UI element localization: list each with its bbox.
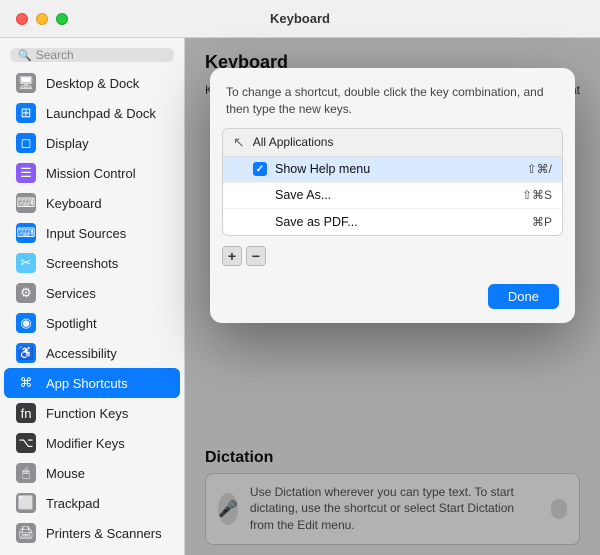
remove-shortcut-button[interactable]: − [246,246,266,266]
sidebar-item-screenshots[interactable]: ✂ Screenshots [4,248,180,278]
app-shortcuts-label: App Shortcuts [46,376,128,391]
sidebar-item-mission-control[interactable]: ☰ Mission Control [4,158,180,188]
shortcut-row-show-help[interactable]: ✓ Show Help menu ⇧⌘/ [223,157,562,183]
desktop-dock-label: Desktop & Dock [46,76,139,91]
sidebar-item-input-sources[interactable]: ⌨ Input Sources [4,218,180,248]
show-help-shortcut: ⇧⌘/ [527,162,552,176]
modal-toolbar: + − [210,244,575,276]
modifier-keys-label: Modifier Keys [46,436,125,451]
traffic-lights [16,13,68,25]
modal-dialog: To change a shortcut, double click the k… [210,68,575,323]
sidebar-item-trackpad[interactable]: ⬜ Trackpad [4,488,180,518]
save-as-shortcut: ⇧⌘S [522,188,552,202]
bottom-sidebar: 🖱 Mouse ⬜ Trackpad 🖨 Printers & Scanners [0,458,184,555]
accessibility-label: Accessibility [46,346,117,361]
save-pdf-label: Save as PDF... [275,215,524,229]
sidebar-item-mouse[interactable]: 🖱 Mouse [4,458,180,488]
sidebar-item-keyboard[interactable]: ⌨ Keyboard [4,188,180,218]
minimize-button[interactable] [36,13,48,25]
sidebar: 🔍 Search 🖥 Desktop & Dock ⊞ Launchpad & Doc… [0,38,185,555]
save-pdf-shortcut: ⌘P [532,215,552,229]
mission-control-icon: ☰ [16,163,36,183]
desktop-dock-icon: 🖥 [16,73,36,93]
function-keys-icon: fn [16,403,36,423]
input-sources-icon: ⌨ [16,223,36,243]
sidebar-item-launchpad-dock[interactable]: ⊞ Launchpad & Dock [4,98,180,128]
sidebar-item-services[interactable]: ⚙ Services [4,278,180,308]
input-sources-label: Input Sources [46,226,126,241]
keyboard-icon: ⌨ [16,193,36,213]
close-button[interactable] [16,13,28,25]
sidebar-item-display[interactable]: ◻ Display [4,128,180,158]
sidebar-item-modifier-keys[interactable]: ⌥ Modifier Keys [4,428,180,458]
accessibility-icon: ♿ [16,343,36,363]
sidebar-item-app-shortcuts[interactable]: ⌘ App Shortcuts [4,368,180,398]
services-label: Services [46,286,96,301]
cursor-icon: ↖ [233,134,245,151]
trackpad-icon: ⬜ [16,493,36,513]
done-button[interactable]: Done [488,284,559,309]
modal-info-text: To change a shortcut, double click the k… [210,68,575,128]
show-help-checkbox[interactable]: ✓ [253,162,267,176]
search-placeholder: Search [36,48,74,62]
sidebar-item-desktop-dock[interactable]: 🖥 Desktop & Dock [4,68,180,98]
modifier-keys-icon: ⌥ [16,433,36,453]
window-title: Keyboard [270,11,330,26]
content-area: Keyboard Key repeat rate Delay until rep… [185,38,600,555]
sidebar-items-container: 🖥 Desktop & Dock ⊞ Launchpad & Dock ◻ Display… [0,68,184,458]
screenshots-label: Screenshots [46,256,118,271]
checkmark-icon: ✓ [256,164,264,175]
show-help-label: Show Help menu [275,162,519,176]
shortcut-row-save-as[interactable]: Save As... ⇧⌘S [223,183,562,209]
mission-control-label: Mission Control [46,166,136,181]
app-shortcuts-icon: ⌘ [16,373,36,393]
printer-icon: 🖨 [16,523,36,543]
screenshots-icon: ✂ [16,253,36,273]
modal-shortcuts-table: ↖ All Applications ✓ Show Help menu ⇧⌘/ … [222,128,563,236]
maximize-button[interactable] [56,13,68,25]
spotlight-label: Spotlight [46,316,97,331]
save-as-label: Save As... [275,188,514,202]
sidebar-item-spotlight[interactable]: ◉ Spotlight [4,308,180,338]
search-box[interactable]: 🔍 Search [10,48,174,62]
modal-footer: Done [210,276,575,323]
sidebar-item-function-keys[interactable]: fn Function Keys [4,398,180,428]
modal-section-header: ↖ All Applications [223,129,562,157]
modal-section-label: All Applications [253,135,334,149]
keyboard-label: Keyboard [46,196,102,211]
function-keys-label: Function Keys [46,406,128,421]
add-shortcut-button[interactable]: + [222,246,242,266]
launchpad-dock-label: Launchpad & Dock [46,106,156,121]
sidebar-item-printers[interactable]: 🖨 Printers & Scanners [4,518,180,548]
shortcut-row-save-pdf[interactable]: Save as PDF... ⌘P [223,209,562,235]
title-bar: Keyboard [0,0,600,38]
search-icon: 🔍 [18,49,32,62]
services-icon: ⚙ [16,283,36,303]
main-layout: 🔍 Search 🖥 Desktop & Dock ⊞ Launchpad & Doc… [0,38,600,555]
display-icon: ◻ [16,133,36,153]
modal-overlay: To change a shortcut, double click the k… [185,38,600,555]
spotlight-icon: ◉ [16,313,36,333]
sidebar-item-accessibility[interactable]: ♿ Accessibility [4,338,180,368]
launchpad-dock-icon: ⊞ [16,103,36,123]
display-label: Display [46,136,89,151]
mouse-icon: 🖱 [16,463,36,483]
